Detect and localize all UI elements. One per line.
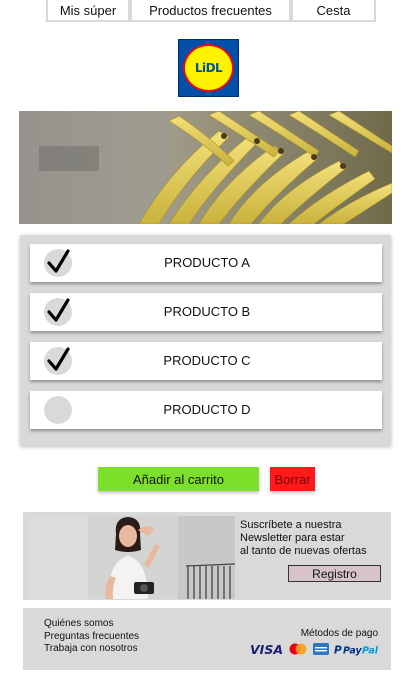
newsletter-line: Newsletter para estar: [240, 532, 345, 544]
banner-image: [19, 111, 392, 224]
newsletter-photo: [28, 516, 235, 599]
delete-button[interactable]: Borrar: [270, 467, 315, 491]
newsletter-section: Suscríbete a nuestra Newsletter para est…: [23, 512, 391, 600]
product-label: PRODUCTO D: [163, 402, 251, 417]
svg-text:Pal: Pal: [362, 646, 379, 657]
tab-mis-super[interactable]: Mis súper: [46, 0, 130, 22]
top-nav: Mis súper Productos frecuentes Cesta: [46, 0, 376, 22]
newsletter-line: Suscríbete a nuestra: [240, 519, 342, 531]
logo-circle: LiDL: [183, 44, 234, 92]
add-to-cart-button[interactable]: Añadir al carrito: [98, 467, 259, 491]
paypal-icon: P Pay Pal: [334, 645, 379, 657]
lidl-logo[interactable]: LiDL: [178, 39, 239, 97]
footer-link-quienes-somos[interactable]: Quiénes somos: [44, 618, 139, 631]
svg-text:P: P: [334, 645, 342, 657]
tab-cesta[interactable]: Cesta: [291, 0, 376, 22]
register-button[interactable]: Registro: [288, 565, 381, 582]
product-label: PRODUCTO C: [163, 353, 251, 368]
footer-link-trabaja-con-nosotros[interactable]: Trabaja con nosotros: [44, 643, 139, 656]
tab-productos-frecuentes[interactable]: Productos frecuentes: [130, 0, 291, 22]
payment-icons: VISA P Pay Pal: [250, 642, 380, 656]
svg-text:Pay: Pay: [343, 646, 362, 657]
product-item-d[interactable]: PRODUCTO D: [30, 391, 382, 429]
newsletter-line: al tanto de nuevas ofertas: [240, 545, 367, 557]
visa-icon: VISA: [250, 642, 283, 656]
product-item-b[interactable]: PRODUCTO B: [30, 293, 382, 331]
footer-link-preguntas-frecuentes[interactable]: Preguntas frecuentes: [44, 631, 139, 644]
footer-links: Quiénes somos Preguntas frecuentes Traba…: [44, 618, 139, 656]
product-list-panel: PRODUCTO A PRODUCTO B PRODUCTO C PRODUCT…: [20, 235, 391, 446]
product-label: PRODUCTO A: [164, 255, 250, 270]
newsletter-text: Suscríbete a nuestra Newsletter para est…: [240, 519, 390, 558]
logo-text: LiDL: [194, 61, 223, 75]
footer: Quiénes somos Preguntas frecuentes Traba…: [23, 608, 391, 670]
product-item-a[interactable]: PRODUCTO A: [30, 244, 382, 282]
amex-icon: [313, 643, 329, 655]
payment-methods-title: Métodos de pago: [300, 628, 378, 639]
mastercard-icon: [289, 643, 307, 655]
svg-text:VISA: VISA: [250, 642, 283, 656]
product-item-c[interactable]: PRODUCTO C: [30, 342, 382, 380]
product-label: PRODUCTO B: [163, 304, 251, 319]
